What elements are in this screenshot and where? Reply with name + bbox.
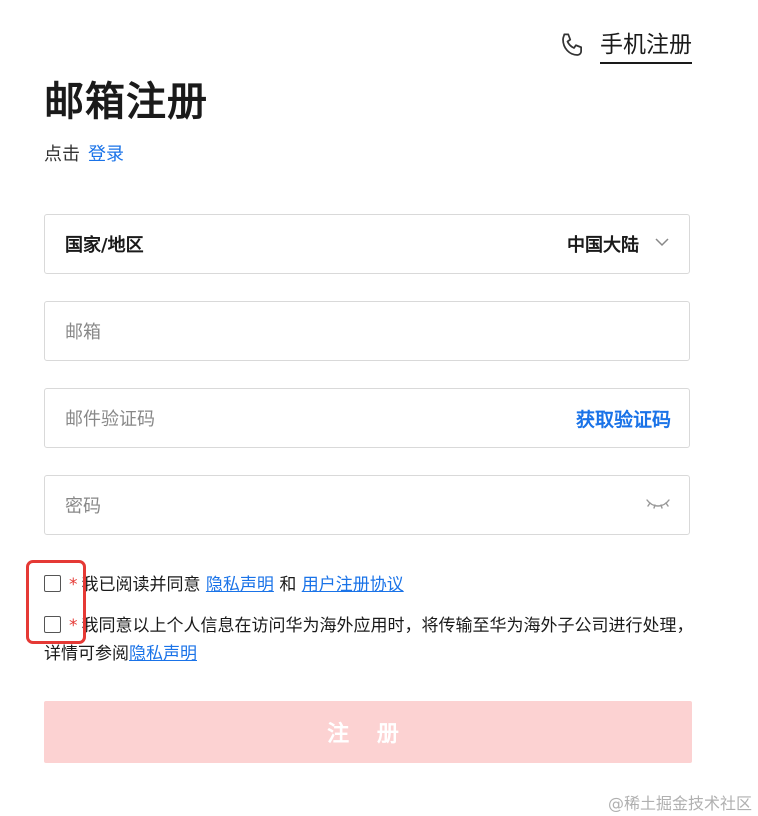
watermark: @稀土掘金技术社区 (607, 794, 752, 813)
phone-register-link[interactable]: 手机注册 (558, 30, 692, 64)
login-prompt: 点击 登录 (44, 142, 124, 168)
phone-icon (558, 30, 588, 64)
login-prefix: 点击 (44, 144, 80, 165)
data-transfer-consent: * 我同意以上个人信息在访问华为海外应用时，将传输至华为海外子公司进行处理，详情可… (44, 612, 704, 668)
region-value: 中国大陆 (567, 235, 639, 256)
phone-register-label[interactable]: 手机注册 (600, 30, 692, 64)
privacy-consent: * 我已阅读并同意 隐私声明 和 用户注册协议 (44, 571, 704, 599)
privacy-statement-link-2[interactable]: 隐私声明 (129, 644, 197, 664)
region-select[interactable]: 国家/地区 中国大陆 (44, 214, 690, 274)
eye-closed-icon[interactable] (645, 494, 671, 516)
password-field[interactable]: 密码 (44, 475, 690, 535)
consent-and: 和 (279, 575, 297, 595)
email-code-placeholder: 邮件验证码 (65, 409, 155, 430)
consent-text: 我已阅读并同意 (81, 575, 201, 595)
region-label: 国家/地区 (65, 235, 144, 256)
checkbox-highlight-annotation (26, 560, 86, 644)
get-code-button[interactable]: 获取验证码 (576, 405, 671, 432)
password-placeholder: 密码 (65, 496, 101, 517)
privacy-statement-link[interactable]: 隐私声明 (206, 575, 274, 595)
email-code-field[interactable]: 邮件验证码 获取验证码 (44, 388, 690, 448)
chevron-down-icon (653, 233, 671, 255)
email-field[interactable]: 邮箱 (44, 301, 690, 361)
login-link[interactable]: 登录 (88, 144, 124, 165)
email-placeholder: 邮箱 (65, 322, 101, 343)
register-button[interactable]: 注 册 (44, 701, 692, 763)
user-agreement-link[interactable]: 用户注册协议 (302, 575, 404, 595)
page-title: 邮箱注册 (44, 79, 208, 125)
